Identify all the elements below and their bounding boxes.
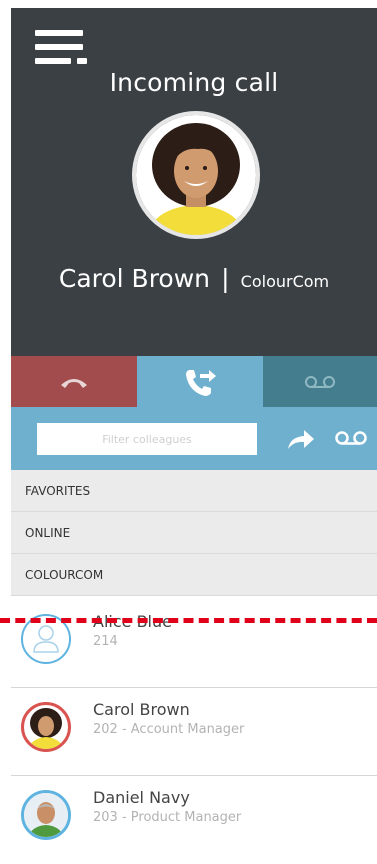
filter-bar (11, 407, 377, 470)
contact-detail: 202 - Account Manager (93, 722, 245, 737)
contact-detail: 214 (93, 634, 118, 649)
dashed-line (0, 618, 377, 623)
call-transfer-icon (186, 369, 216, 396)
voicemail-icon[interactable] (334, 430, 368, 446)
filter-colleagues-input[interactable] (37, 423, 257, 455)
section-online[interactable]: ONLINE (11, 512, 377, 554)
contact-row[interactable]: Carol Brown 202 - Account Manager (0, 688, 377, 776)
forward-arrow-icon[interactable] (286, 427, 316, 451)
contact-row[interactable]: Daniel Navy 203 - Product Manager (0, 776, 377, 864)
caller-company: ColourCom (240, 272, 330, 291)
caller-name: Carol Brown (58, 264, 211, 293)
transfer-button[interactable] (137, 356, 263, 407)
section-favorites[interactable]: FAVORITES (11, 470, 377, 512)
caller-avatar (132, 111, 260, 239)
decline-button[interactable] (11, 356, 137, 407)
contact-name: Carol Brown (93, 700, 190, 719)
call-actions (11, 356, 377, 407)
page-title: Incoming call (109, 68, 279, 97)
voicemail-button[interactable] (263, 356, 377, 407)
caller-info: Carol Brown | ColourCom (11, 264, 377, 293)
caller-separator: | (221, 264, 230, 293)
avatar (21, 702, 71, 752)
contact-row[interactable]: Alice Blue 214 (0, 600, 377, 688)
contact-name: Daniel Navy (93, 788, 190, 807)
voicemail-icon (305, 375, 335, 388)
hang-up-icon (61, 378, 87, 388)
avatar (21, 790, 71, 840)
contact-detail: 203 - Product Manager (93, 810, 242, 825)
menu-icon[interactable] (35, 30, 89, 66)
section-colourcom[interactable]: COLOURCOM (11, 554, 377, 596)
incoming-call-panel: Incoming call Carol Brown | ColourCom (11, 8, 377, 356)
